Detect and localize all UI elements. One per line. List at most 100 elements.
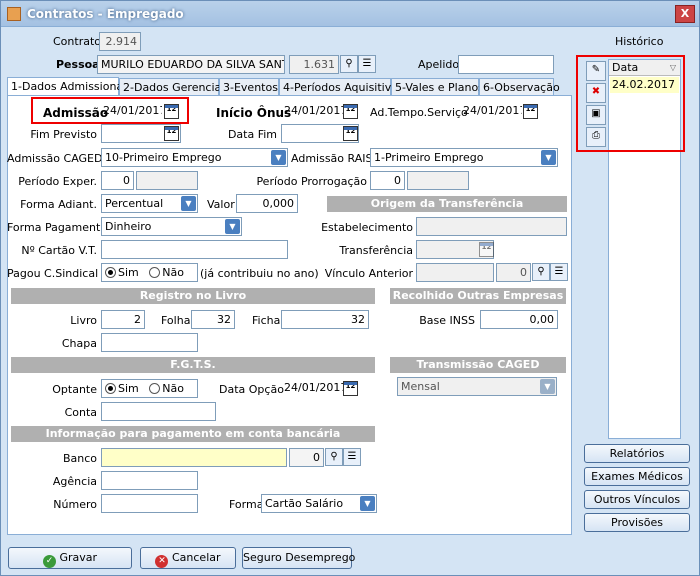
apelido-label: Apelido bbox=[418, 58, 460, 71]
window-title: Contratos - Empregado bbox=[27, 7, 184, 21]
close-button[interactable]: X bbox=[675, 5, 695, 23]
folha-field[interactable]: 32 bbox=[191, 310, 235, 329]
nao-label: Não bbox=[162, 382, 184, 395]
periodo-prorrog-extra bbox=[407, 171, 469, 190]
chevron-down-icon: ▼ bbox=[540, 379, 555, 394]
base-inss-label: Base INSS bbox=[419, 314, 475, 327]
ad-tempo-field[interactable]: 24/01/2017 bbox=[460, 102, 522, 121]
vinculo-label: Vínculo Anterior bbox=[324, 267, 413, 280]
sim-radio[interactable] bbox=[105, 383, 116, 394]
numero-field[interactable] bbox=[101, 494, 198, 513]
list-icon[interactable]: ☰ bbox=[343, 448, 361, 466]
periodo-prorrog-field[interactable]: 0 bbox=[370, 171, 405, 190]
cartao-vt-field[interactable] bbox=[101, 240, 288, 259]
transmissao-select[interactable]: Mensal ▼ bbox=[397, 377, 557, 396]
cancelar-button[interactable]: ✕ Cancelar bbox=[140, 547, 236, 569]
calendar-icon[interactable]: 12 bbox=[479, 242, 494, 257]
ad-tempo-label: Ad.Tempo.Serviço bbox=[370, 106, 468, 119]
outros-vinculos-button[interactable]: Outros Vínculos bbox=[584, 490, 690, 509]
tab-observacao[interactable]: 6-Observação bbox=[479, 78, 560, 96]
data-opcao-field[interactable]: 24/01/2017 bbox=[281, 379, 343, 398]
registro-header: Registro no Livro bbox=[11, 288, 375, 304]
tab-dados-gerenciais[interactable]: 2-Dados Gerenciais bbox=[119, 78, 230, 96]
vinculo-field[interactable] bbox=[416, 263, 494, 282]
calendar-icon[interactable]: 12 bbox=[164, 126, 179, 141]
adm-rais-label: Admissão RAIS bbox=[291, 152, 373, 165]
fgts-header: F.G.T.S. bbox=[11, 357, 375, 373]
seguro-desemprego-button[interactable]: Seguro Desemprego bbox=[242, 547, 355, 569]
title-bar: Contratos - Empregado X bbox=[1, 1, 699, 27]
fim-previsto-label: Fim Previsto bbox=[30, 128, 97, 141]
chapa-field[interactable] bbox=[101, 333, 198, 352]
apelido-field[interactable] bbox=[458, 55, 554, 74]
transferencia-label: Transferência bbox=[339, 244, 413, 257]
adm-rais-value: 1-Primeiro Emprego bbox=[374, 151, 484, 164]
adm-caged-select[interactable]: 10-Primeiro Emprego ▼ bbox=[101, 148, 288, 167]
tab-eventos[interactable]: 3-Eventos bbox=[219, 78, 279, 96]
conta-label: Conta bbox=[64, 406, 97, 419]
sim-label: Sim bbox=[118, 382, 139, 395]
agencia-label: Agência bbox=[52, 475, 97, 488]
calendar-icon[interactable]: 12 bbox=[343, 126, 358, 141]
forma-pag-value: Dinheiro bbox=[105, 220, 152, 233]
list-icon[interactable]: ☰ bbox=[550, 263, 568, 281]
search-icon[interactable]: ⚲ bbox=[340, 55, 358, 73]
history-column-header[interactable]: Data ▽ bbox=[609, 60, 680, 76]
admissao-field[interactable]: 24/01/2017 bbox=[100, 102, 162, 121]
tab-periodos-aquisitivos[interactable]: 4-Períodos Aquisitivos bbox=[279, 78, 404, 96]
valor-field[interactable]: 0,000 bbox=[236, 194, 298, 213]
vinculo-code-field[interactable]: 0 bbox=[496, 263, 531, 282]
calendar-icon[interactable]: 12 bbox=[343, 381, 358, 396]
tab-vales-planos[interactable]: 5-Vales e Planos bbox=[391, 78, 484, 96]
estabelecimento-label: Estabelecimento bbox=[321, 221, 413, 234]
delete-icon[interactable]: ✖ bbox=[586, 83, 606, 103]
nao-radio[interactable] bbox=[149, 383, 161, 394]
nao-radio[interactable] bbox=[149, 267, 161, 278]
calendar-icon[interactable]: 12 bbox=[164, 104, 179, 119]
estabelecimento-field[interactable] bbox=[416, 217, 567, 236]
search-icon[interactable]: ⚲ bbox=[325, 448, 343, 466]
chevron-down-icon: ▼ bbox=[360, 496, 375, 511]
transmissao-value: Mensal bbox=[401, 380, 440, 393]
window-icon[interactable]: ▣ bbox=[586, 105, 606, 125]
tab-dados-admissionais[interactable]: 1-Dados Admissionais bbox=[7, 77, 132, 96]
forma-pag-select[interactable]: Dinheiro ▼ bbox=[101, 217, 242, 236]
contrato-field[interactable]: 2.914 bbox=[99, 32, 141, 51]
periodo-exper-field[interactable]: 0 bbox=[101, 171, 134, 190]
forma-value: Cartão Salário bbox=[265, 497, 344, 510]
provisoes-button[interactable]: Provisões bbox=[584, 513, 690, 532]
banco-code-field[interactable]: 0 bbox=[289, 448, 324, 467]
gravar-button[interactable]: ✓ Gravar bbox=[8, 547, 132, 569]
sim-radio[interactable] bbox=[105, 267, 116, 278]
ficha-field[interactable]: 32 bbox=[281, 310, 369, 329]
calendar-icon[interactable]: 12 bbox=[343, 104, 358, 119]
banco-field[interactable] bbox=[101, 448, 287, 467]
cartao-vt-label: Nº Cartão V.T. bbox=[21, 244, 97, 257]
calendar-icon[interactable]: 12 bbox=[523, 104, 538, 119]
pessoa-code-field[interactable]: 1.631 bbox=[289, 55, 339, 74]
history-list: Data ▽ 24.02.2017 bbox=[608, 59, 681, 439]
livro-field[interactable]: 2 bbox=[101, 310, 145, 329]
pessoa-name-field[interactable]: MURILO EDUARDO DA SILVA SANTOS bbox=[97, 55, 285, 74]
base-inss-field[interactable]: 0,00 bbox=[480, 310, 558, 329]
agencia-field[interactable] bbox=[101, 471, 198, 490]
relatorios-button[interactable]: Relatórios bbox=[584, 444, 690, 463]
inicio-onus-field[interactable]: 24/01/2017 bbox=[281, 102, 343, 121]
origem-header: Origem da Transferência bbox=[327, 196, 567, 212]
search-icon[interactable]: ⚲ bbox=[532, 263, 550, 281]
edit-icon[interactable]: ✎ bbox=[586, 61, 606, 81]
numero-label: Número bbox=[53, 498, 97, 511]
adm-rais-select[interactable]: 1-Primeiro Emprego ▼ bbox=[370, 148, 558, 167]
historico-title: Histórico bbox=[615, 35, 664, 48]
pessoa-label: Pessoa bbox=[56, 58, 100, 71]
conta-field[interactable] bbox=[101, 402, 216, 421]
recolhido-header: Recolhido Outras Empresas bbox=[390, 288, 566, 304]
chapa-label: Chapa bbox=[61, 337, 97, 350]
forma-select[interactable]: Cartão Salário ▼ bbox=[261, 494, 377, 513]
print-icon[interactable]: ⎙ bbox=[586, 127, 606, 147]
exames-medicos-button[interactable]: Exames Médicos bbox=[584, 467, 690, 486]
history-row[interactable]: 24.02.2017 bbox=[610, 77, 679, 93]
list-icon[interactable]: ☰ bbox=[358, 55, 376, 73]
livro-label: Livro bbox=[70, 314, 97, 327]
forma-adiant-select[interactable]: Percentual ▼ bbox=[101, 194, 198, 213]
